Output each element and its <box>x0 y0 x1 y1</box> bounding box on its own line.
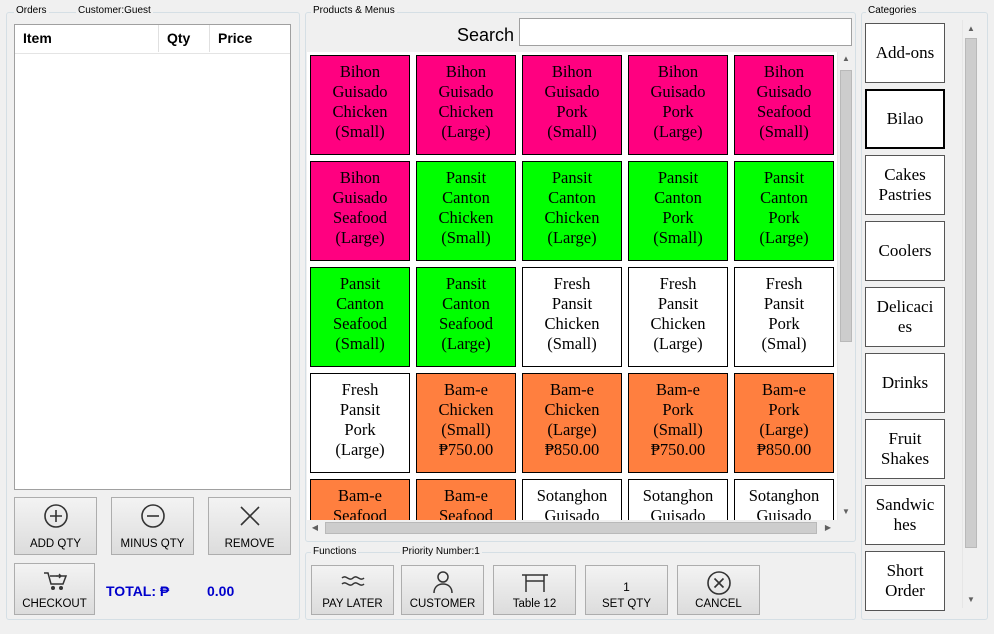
product-tile[interactable]: Pansit Canton Pork (Large) <box>734 161 834 261</box>
product-tile[interactable]: Sotanghon Guisado <box>734 479 834 520</box>
table-button[interactable]: Table 12 <box>493 565 576 615</box>
product-tile[interactable]: Pansit Canton Chicken (Large) <box>522 161 622 261</box>
category-button[interactable]: Delicaci es <box>865 287 945 347</box>
products-vscroll[interactable]: ▲ ▼ <box>837 52 854 520</box>
category-button[interactable]: Short Order <box>865 551 945 611</box>
remove-button[interactable]: REMOVE <box>208 497 291 555</box>
functions-legend: Functions <box>311 546 359 558</box>
product-tile[interactable]: Bam-e Pork (Small) ₱750.00 <box>628 373 728 473</box>
search-input[interactable] <box>519 18 852 46</box>
product-tile[interactable]: Bam-e Seafood <box>416 479 516 520</box>
x-icon <box>209 503 290 529</box>
products-grid: Bihon Guisado Chicken (Small) Bihon Guisa… <box>307 52 837 520</box>
checkout-label: CHECKOUT <box>22 598 87 610</box>
total-label: TOTAL: ₱ <box>106 583 170 599</box>
category-button[interactable]: Fruit Shakes <box>865 419 945 479</box>
add-qty-label: ADD QTY <box>29 538 82 550</box>
product-tile[interactable]: Bam-e Pork (Large) ₱850.00 <box>734 373 834 473</box>
column-qty[interactable]: Qty <box>159 25 210 52</box>
product-tile[interactable]: Bam-e Seafood <box>310 479 410 520</box>
products-tiles: Bihon Guisado Chicken (Small) Bihon Guisa… <box>307 52 837 520</box>
total-value: 0.00 <box>207 583 235 599</box>
product-tile[interactable]: Bihon Guisado Pork (Small) <box>522 55 622 155</box>
customer-button[interactable]: CUSTOMER <box>401 565 484 615</box>
checkout-button[interactable]: CHECKOUT <box>14 563 95 615</box>
plus-circle-icon <box>15 503 96 529</box>
product-tile[interactable]: Bihon Guisado Chicken (Small) <box>310 55 410 155</box>
remove-label: REMOVE <box>224 538 275 550</box>
orders-legend: Orders <box>14 5 49 17</box>
set-qty-label: SET QTY <box>602 598 651 610</box>
product-tile[interactable]: Fresh Pansit Chicken (Small) <box>522 267 622 367</box>
product-tile[interactable]: Fresh Pansit Pork (Smal) <box>734 267 834 367</box>
category-button[interactable]: Cakes Pastries <box>865 155 945 215</box>
wave-icon <box>312 570 393 594</box>
scroll-left-arrow[interactable]: ◀ <box>307 523 323 532</box>
column-price[interactable]: Price <box>210 25 290 52</box>
pay-later-label: PAY LATER <box>322 598 383 610</box>
cancel-label: CANCEL <box>695 598 742 610</box>
category-button[interactable]: Drinks <box>865 353 945 413</box>
cart-icon <box>15 570 94 592</box>
categories-scroll-down[interactable]: ▼ <box>963 595 979 604</box>
product-tile[interactable]: Bihon Guisado Chicken (Large) <box>416 55 516 155</box>
minus-qty-label: MINUS QTY <box>120 538 185 550</box>
add-qty-button[interactable]: ADD QTY <box>14 497 97 555</box>
product-tile[interactable]: Bam-e Chicken (Large) ₱850.00 <box>522 373 622 473</box>
product-tile[interactable]: Sotanghon Guisado <box>628 479 728 520</box>
search-label: Search <box>457 25 515 45</box>
products-hscroll[interactable]: ◀ ▶ <box>307 520 837 536</box>
products-vscroll-thumb[interactable] <box>840 70 852 342</box>
product-tile[interactable]: Pansit Canton Chicken (Small) <box>416 161 516 261</box>
customer-legend: Customer:Guest <box>76 5 153 17</box>
product-tile[interactable]: Pansit Canton Seafood (Small) <box>310 267 410 367</box>
categories-vscroll-thumb[interactable] <box>965 38 977 548</box>
category-button[interactable]: Bilao <box>865 89 945 149</box>
table-label: Table 12 <box>512 598 557 610</box>
cancel-button[interactable]: CANCEL <box>677 565 760 615</box>
x-circle-icon <box>678 570 759 596</box>
products-legend: Products & Menus <box>311 5 397 17</box>
set-qty-value: 1 <box>623 580 630 594</box>
orders-table-header: Item Qty Price <box>15 25 290 54</box>
product-tile[interactable]: Fresh Pansit Pork (Large) <box>310 373 410 473</box>
product-tile[interactable]: Pansit Canton Pork (Small) <box>628 161 728 261</box>
category-button[interactable]: Coolers <box>865 221 945 281</box>
scroll-right-arrow[interactable]: ▶ <box>820 523 836 532</box>
minus-circle-icon <box>112 503 193 529</box>
orders-table[interactable]: Item Qty Price <box>14 24 291 490</box>
minus-qty-button[interactable]: MINUS QTY <box>111 497 194 555</box>
product-tile[interactable]: Bihon Guisado Pork (Large) <box>628 55 728 155</box>
category-button[interactable]: Add-ons <box>865 23 945 83</box>
scroll-down-arrow[interactable]: ▼ <box>838 507 854 516</box>
category-button[interactable]: Sandwic hes <box>865 485 945 545</box>
product-tile[interactable]: Bam-e Chicken (Small) ₱750.00 <box>416 373 516 473</box>
scroll-up-arrow[interactable]: ▲ <box>838 54 854 63</box>
set-qty-button[interactable]: 1 SET QTY <box>585 565 668 615</box>
table-icon <box>494 570 575 594</box>
product-tile[interactable]: Fresh Pansit Chicken (Large) <box>628 267 728 367</box>
customer-label: CUSTOMER <box>409 598 476 610</box>
person-icon <box>402 570 483 594</box>
categories-legend: Categories <box>866 5 919 17</box>
product-tile[interactable]: Sotanghon Guisado <box>522 479 622 520</box>
categories-vscroll[interactable]: ▲ ▼ <box>962 20 979 608</box>
categories-scroll-up[interactable]: ▲ <box>963 24 979 33</box>
product-tile[interactable]: Bihon Guisado Seafood (Small) <box>734 55 834 155</box>
product-tile[interactable]: Pansit Canton Seafood (Large) <box>416 267 516 367</box>
priority-legend: Priority Number:1 <box>400 546 482 558</box>
pay-later-button[interactable]: PAY LATER <box>311 565 394 615</box>
product-tile[interactable]: Bihon Guisado Seafood (Large) <box>310 161 410 261</box>
column-item[interactable]: Item <box>15 25 159 52</box>
products-hscroll-thumb[interactable] <box>325 522 817 534</box>
